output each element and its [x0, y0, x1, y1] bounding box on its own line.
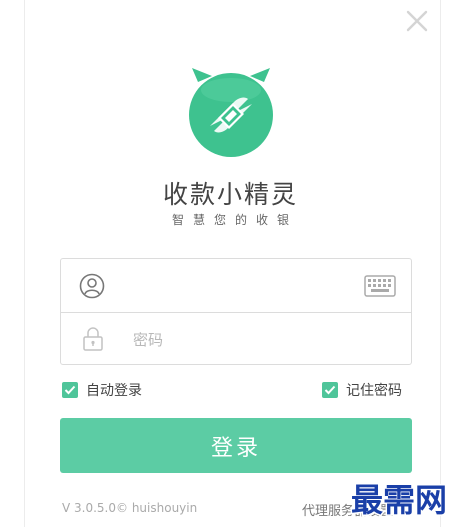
login-window: 收款小精灵 智慧您的收银 自动登录 记住密码 登录 V 3.0.5.0© hui…: [0, 0, 461, 527]
app-slogan: 智慧您的收银: [171, 213, 298, 227]
password-input[interactable]: [133, 323, 383, 357]
close-icon: [406, 10, 428, 32]
proxy-settings-link[interactable]: 代理服务器设置: [302, 500, 393, 519]
remember-password-label: 记住密码: [346, 383, 402, 399]
auto-login-checkbox[interactable]: 自动登录: [62, 381, 142, 399]
virtual-keyboard-button[interactable]: [364, 275, 396, 297]
version-text: V 3.0.5.0© huishouyin: [62, 501, 198, 515]
app-name: 收款小精灵: [162, 180, 298, 209]
window-border-right: [440, 0, 441, 527]
auto-login-label: 自动登录: [86, 383, 142, 399]
checkbox-checked-icon: [62, 382, 78, 398]
checkbox-checked-icon: [322, 382, 338, 398]
form-divider: [61, 312, 411, 313]
remember-password-checkbox[interactable]: 记住密码: [322, 381, 402, 399]
close-button[interactable]: [404, 8, 430, 34]
window-border-left: [24, 0, 25, 527]
login-form: [60, 258, 412, 365]
keyboard-icon: [364, 275, 396, 297]
app-logo-icon: [189, 68, 273, 157]
username-input[interactable]: [131, 267, 351, 305]
user-icon: [79, 273, 105, 299]
lock-icon: [83, 327, 103, 351]
login-button[interactable]: 登录: [60, 418, 412, 473]
